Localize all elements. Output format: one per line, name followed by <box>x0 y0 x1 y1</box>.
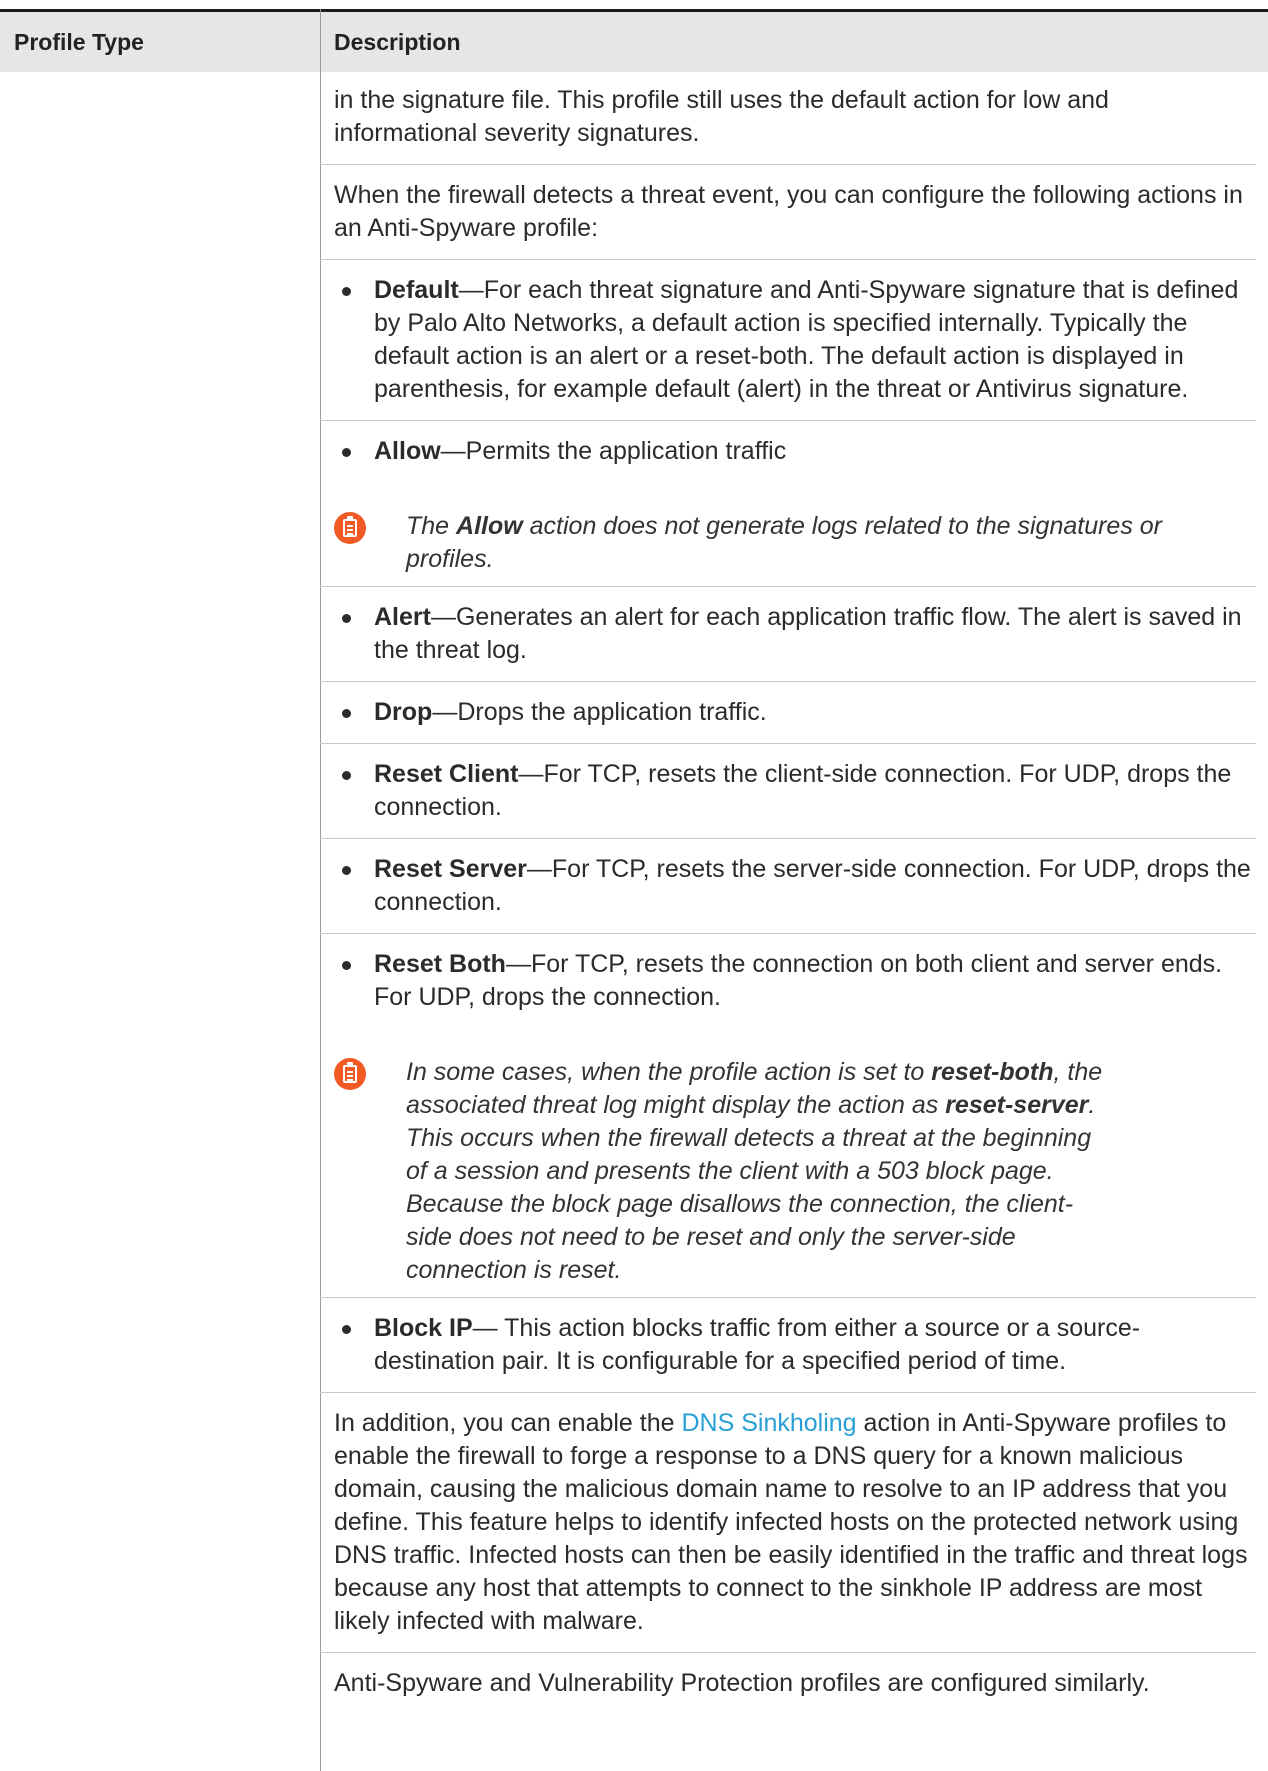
description-cell: in the signature file. This profile stil… <box>320 84 1256 1700</box>
list-item-alert: Alert—Generates an alert for each applic… <box>334 601 1254 667</box>
term-alert: Alert <box>374 603 431 631</box>
desc-default: —For each threat signature and Anti-Spyw… <box>374 276 1239 403</box>
note-reset-b2: reset-server <box>945 1091 1089 1119</box>
dns-sinkholing-link[interactable]: DNS Sinkholing <box>682 1409 857 1437</box>
closing-text: Anti-Spyware and Vulnerability Protectio… <box>334 1669 1150 1697</box>
note-icon <box>334 1058 366 1090</box>
note-reset-b1: reset-both <box>931 1058 1054 1086</box>
note-allow: The Allow action does not generate logs … <box>334 510 1254 576</box>
note-reset-p3: . This occurs when the firewall detects … <box>406 1091 1096 1284</box>
bullet-dot <box>342 1325 351 1334</box>
list-item-block-ip: Block IP— This action blocks traffic fro… <box>334 1312 1254 1378</box>
dns-sinkholing-paragraph: In addition, you can enable the DNS Sink… <box>334 1407 1254 1638</box>
note-icon <box>334 512 366 544</box>
bullet-dot <box>342 771 351 780</box>
table-header: Profile Type Description <box>0 9 1268 72</box>
bullet-dot <box>342 866 351 875</box>
bullet-dot <box>342 709 351 718</box>
list-item-reset-server: Reset Server—For TCP, resets the server-… <box>334 853 1254 919</box>
list-item-reset-both: Reset Both—For TCP, resets the connectio… <box>334 948 1254 1014</box>
desc-block-ip: — This action blocks traffic from either… <box>374 1314 1141 1375</box>
bullet-dot <box>342 614 351 623</box>
term-reset-server: Reset Server <box>374 855 527 883</box>
intro-continued-text: in the signature file. This profile stil… <box>334 86 1109 147</box>
column-divider <box>320 9 321 1771</box>
desc-allow: —Permits the application traffic <box>440 437 787 465</box>
column-header-profile-type: Profile Type <box>14 29 144 55</box>
note-reset-both: In some cases, when the profile action i… <box>334 1056 1254 1287</box>
list-item-drop: Drop—Drops the application traffic. <box>334 696 1254 729</box>
term-reset-both: Reset Both <box>374 950 506 978</box>
dns-post: action in Anti-Spyware profiles to enabl… <box>334 1409 1248 1635</box>
profile-table: Profile Type Description in the signatur… <box>0 9 1268 1771</box>
list-item-allow: Allow—Permits the application traffic <box>334 435 1254 468</box>
term-drop: Drop <box>374 698 433 726</box>
bullet-dot <box>342 448 351 457</box>
actions-intro-text: When the firewall detects a threat event… <box>334 181 1243 242</box>
note-reset-p1: In some cases, when the profile action i… <box>406 1058 932 1086</box>
desc-alert: —Generates an alert for each application… <box>374 603 1242 664</box>
list-item-default: Default—For each threat signature and An… <box>334 274 1254 406</box>
list-item-reset-client: Reset Client—For TCP, resets the client-… <box>334 758 1254 824</box>
dns-pre: In addition, you can enable the <box>334 1409 682 1437</box>
term-reset-client: Reset Client <box>374 760 519 788</box>
term-default: Default <box>374 276 459 304</box>
bullet-dot <box>342 961 351 970</box>
term-allow: Allow <box>374 437 441 465</box>
desc-drop: —Drops the application traffic. <box>432 698 767 726</box>
term-block-ip: Block IP <box>374 1314 473 1342</box>
note-allow-bold: Allow <box>456 512 523 540</box>
bullet-dot <box>342 287 351 296</box>
note-allow-pre: The <box>406 512 457 540</box>
column-header-description: Description <box>334 29 461 55</box>
